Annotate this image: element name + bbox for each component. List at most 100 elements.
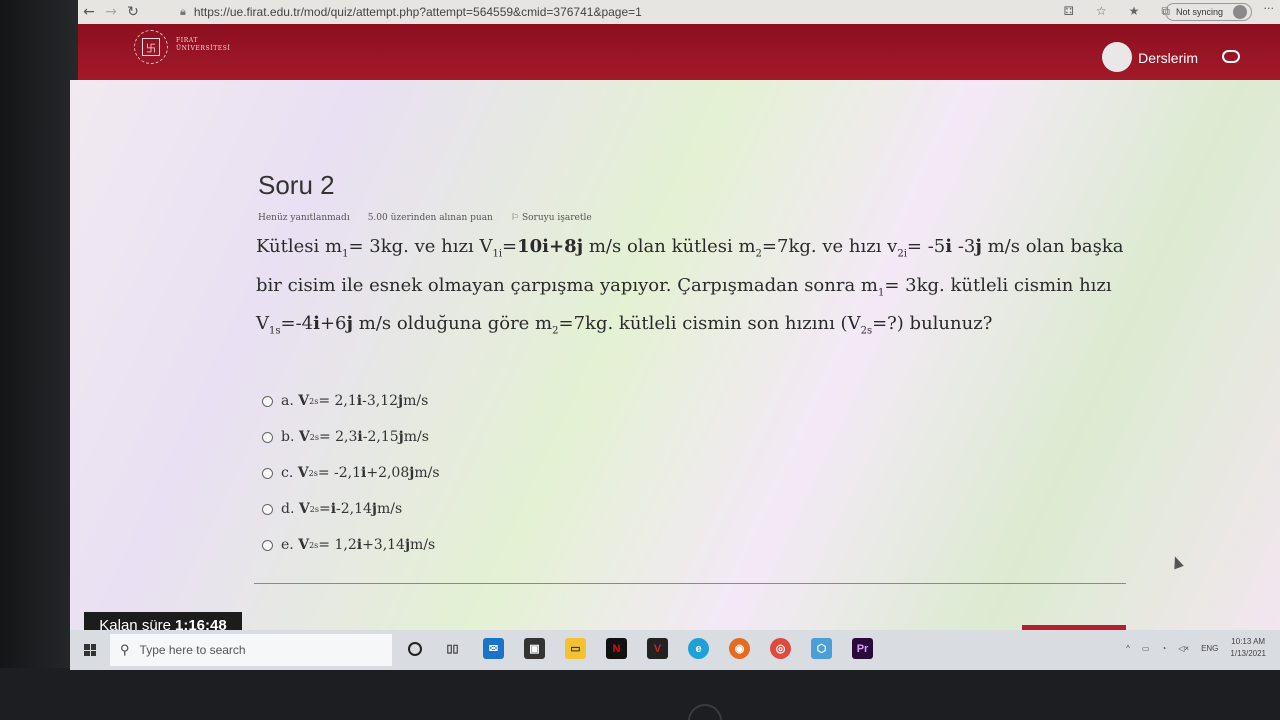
search-icon: ⚲ (120, 642, 130, 657)
logo-text-line2: ÜNİVERSİTESİ (176, 45, 231, 52)
qt-seg: =-4 (280, 313, 314, 335)
windows-taskbar: ⚲ Type here to search ▯▯ ✉ ▣ ▭ N V e ◉ ◎… (70, 630, 1280, 670)
windows-start-icon[interactable] (84, 644, 96, 656)
favorite-star-icon[interactable]: ☆ (1096, 4, 1107, 19)
photo-frame: ← → ↻ 🔒︎ https://ue.firat.edu.tr/mod/qui… (0, 0, 1280, 720)
cortana-icon[interactable] (408, 642, 422, 656)
qt-seg: = -5 (906, 236, 946, 257)
question-text: Kütlesi m1= 3kg. ve hızı V1i=10i+8j m/s … (256, 231, 1126, 347)
logo-text-line1: FIRAT (176, 37, 199, 44)
option-seg: +3,14 (362, 537, 405, 553)
more-menu-icon[interactable]: ··· (1264, 2, 1275, 15)
tray-chevron-icon[interactable]: ^ (1126, 644, 1130, 653)
option-unit: m/s (377, 501, 403, 517)
qt-sub: 1i (492, 248, 503, 260)
radio-button[interactable] (262, 503, 273, 515)
option-seg: = 2,1 (318, 393, 357, 409)
mouse-cursor-icon (1170, 554, 1184, 570)
language-indicator[interactable]: ENG (1201, 644, 1218, 653)
forward-icon[interactable]: → (100, 4, 122, 20)
monitor-bezel-bottom (0, 668, 1280, 720)
radio-button[interactable] (262, 467, 273, 479)
option-sub: 2s (308, 468, 318, 478)
option-sub: 2s (309, 540, 319, 550)
radio-button[interactable] (262, 395, 273, 407)
clock-date: 1/13/2021 (1230, 649, 1266, 658)
edge-icon[interactable]: e (688, 638, 709, 659)
qt-vector: i (313, 313, 320, 335)
cube-app-icon[interactable]: ⬡ (811, 638, 832, 659)
netflix-icon[interactable]: N (606, 638, 627, 659)
option-letter: e. (281, 537, 294, 553)
clock-time: 10:13 AM (1231, 637, 1266, 646)
sync-label: Not syncing (1175, 7, 1223, 17)
courses-menu[interactable]: Derslerim (1138, 50, 1198, 66)
store-icon[interactable]: ▣ (524, 638, 545, 659)
option-v: V (297, 465, 309, 481)
option-sub: 2s (309, 504, 319, 514)
mail-icon[interactable]: ✉ (483, 638, 504, 659)
qt-seg: Kütlesi (256, 236, 320, 257)
divider (254, 583, 1126, 584)
option-v: V (298, 537, 310, 553)
premiere-icon[interactable]: Pr (852, 638, 873, 659)
taskbar-search[interactable]: ⚲ Type here to search (110, 634, 392, 666)
file-explorer-icon[interactable]: ▭ (565, 638, 586, 659)
answer-option-c[interactable]: c. V 2s = -2,1 i +2,08 j m/s (262, 455, 440, 491)
task-view-icon[interactable]: ▯▯ (442, 638, 463, 659)
option-letter: b. (281, 429, 295, 445)
question-info: Henüz yanıtlanmadı 5.00 üzerinden alınan… (258, 213, 592, 223)
radio-button[interactable] (262, 431, 273, 443)
option-sub: 2s (309, 432, 319, 442)
read-aloud-icon[interactable]: ⚃ (1063, 4, 1073, 19)
answer-options: a. V 2s = 2,1 i -3,12 j m/s b. V 2s = 2,3 i -… (262, 383, 440, 563)
refresh-icon[interactable]: ↻ (122, 4, 144, 20)
qt-seg: m/s olduğuna göre m (353, 313, 553, 335)
user-avatar[interactable] (1102, 42, 1132, 72)
app-v-icon[interactable]: V (647, 638, 668, 659)
answer-option-a[interactable]: a. V 2s = 2,1 i -3,12 j m/s (262, 383, 440, 419)
option-seg: -2,15 (362, 429, 399, 445)
qt-seg: -3 (952, 236, 976, 257)
battery-icon[interactable]: ▭ (1142, 644, 1150, 653)
address-bar[interactable]: 🔒︎ https://ue.firat.edu.tr/mod/quiz/atte… (180, 5, 642, 19)
answer-option-d[interactable]: d. V 2s = i -2,14 j m/s (262, 491, 440, 527)
back-icon[interactable]: ← (78, 4, 100, 20)
university-logo[interactable]: 卐 (134, 30, 168, 64)
chrome-icon[interactable]: ◎ (770, 638, 791, 659)
taskbar-apps: ▯▯ ✉ ▣ ▭ N V e ◉ ◎ ⬡ Pr (408, 638, 873, 659)
qt-sub: 2i (897, 248, 907, 260)
radio-button[interactable] (262, 539, 273, 551)
option-letter: a. (281, 393, 294, 409)
option-seg: -2,14 (336, 501, 372, 517)
clock[interactable]: 10:13 AM 1/13/2021 (1230, 636, 1266, 660)
flag-question-link[interactable]: ⚐ Soruyu işaretle (511, 213, 592, 223)
qt-vector: 10i+8j (517, 236, 584, 257)
option-seg: = (318, 501, 331, 517)
profile-avatar-icon (1233, 5, 1247, 19)
sync-button[interactable]: Not syncing (1164, 3, 1252, 21)
firefox-icon[interactable]: ◉ (729, 638, 750, 659)
qt-sub: 1s (269, 325, 281, 337)
monitor-bezel (0, 0, 78, 720)
option-letter: d. (281, 501, 295, 517)
messages-icon[interactable] (1222, 50, 1240, 63)
qt-seg: m/s olan kütlesi m (583, 236, 756, 257)
option-v: V (298, 393, 310, 409)
question-points: 5.00 üzerinden alınan puan (367, 213, 493, 223)
option-seg: = 1,2 (318, 537, 357, 553)
option-seg: = 2,3 (318, 429, 358, 445)
quiz-content: Soru 2 Henüz yanıtlanmadı 5.00 üzerinden… (70, 80, 1280, 631)
url-text[interactable]: https://ue.firat.edu.tr/mod/quiz/attempt… (194, 5, 642, 19)
option-v: V (298, 429, 310, 445)
option-unit: m/s (403, 429, 429, 445)
answer-option-b[interactable]: b. V 2s = 2,3 i -2,15 j m/s (262, 419, 440, 455)
answer-option-e[interactable]: e. V 2s = 1,2 i +3,14 j m/s (262, 527, 440, 563)
wifi-icon[interactable]: ◔ (1161, 644, 1166, 653)
qt-seg: =?) bulunuz? (872, 313, 993, 335)
logo-emblem-icon: 卐 (142, 38, 160, 56)
favorites-list-icon[interactable]: ★ (1129, 4, 1140, 19)
browser-toolbar-icons: ⚃ ☆ ★ ⧉ (1063, 4, 1170, 19)
volume-icon[interactable]: ◁× (1178, 644, 1189, 653)
option-seg: = -2,1 (317, 465, 362, 481)
